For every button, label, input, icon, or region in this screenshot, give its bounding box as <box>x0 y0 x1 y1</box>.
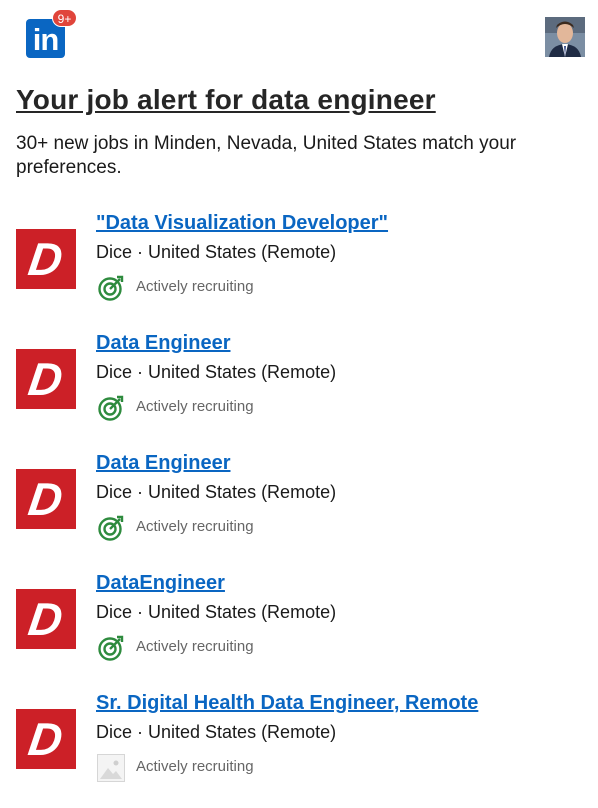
dice-logo[interactable]: D <box>16 709 76 769</box>
notification-badge: 9+ <box>52 9 77 27</box>
dice-logo[interactable]: D <box>16 589 76 649</box>
list-item[interactable]: D DataEngineer Dice · United States (Rem… <box>0 568 598 688</box>
target-icon <box>98 515 124 541</box>
page-title: Your job alert for data engineer <box>16 84 436 115</box>
job-title-link[interactable]: Sr. Digital Health Data Engineer, Remote <box>96 692 478 715</box>
job-title-link[interactable]: Data Engineer <box>96 452 230 475</box>
recruiting-status: Actively recruiting <box>136 518 254 535</box>
job-company-location: Dice · United States (Remote) <box>96 722 337 742</box>
dice-logo-letter: D <box>25 593 67 645</box>
avatar[interactable] <box>545 17 585 57</box>
job-company-location: Dice · United States (Remote) <box>96 362 337 382</box>
list-item[interactable]: D Data Engineer Dice · United States (Re… <box>0 448 598 568</box>
dice-logo-letter: D <box>25 713 67 765</box>
dice-logo-letter: D <box>25 233 67 285</box>
dice-logo-letter: D <box>25 473 67 525</box>
job-title-link[interactable]: Data Engineer <box>96 332 230 355</box>
recruiting-status: Actively recruiting <box>136 638 254 655</box>
list-item[interactable]: D Sr. Digital Health Data Engineer, Remo… <box>0 688 598 808</box>
target-icon <box>98 635 124 661</box>
broken-image-icon <box>97 754 125 782</box>
job-list: D "Data Visualization Developer" Dice · … <box>0 208 598 808</box>
job-company-location: Dice · United States (Remote) <box>96 482 337 502</box>
list-item[interactable]: D Data Engineer Dice · United States (Re… <box>0 328 598 448</box>
target-icon <box>98 395 124 421</box>
recruiting-status: Actively recruiting <box>136 758 254 775</box>
list-item[interactable]: D "Data Visualization Developer" Dice · … <box>0 208 598 328</box>
recruiting-status: Actively recruiting <box>136 278 254 295</box>
alert-subtitle: 30+ new jobs in Minden, Nevada, United S… <box>16 133 517 178</box>
image-placeholder-icon <box>100 760 122 779</box>
dice-logo[interactable]: D <box>16 469 76 529</box>
dice-logo[interactable]: D <box>16 349 76 409</box>
job-title-link[interactable]: "Data Visualization Developer" <box>96 212 388 235</box>
target-icon <box>98 275 124 301</box>
job-title-link[interactable]: DataEngineer <box>96 572 225 595</box>
job-company-location: Dice · United States (Remote) <box>96 242 337 262</box>
email-header: in 9+ <box>0 0 598 70</box>
dice-logo-letter: D <box>25 353 67 405</box>
recruiting-status: Actively recruiting <box>136 398 254 415</box>
job-company-location: Dice · United States (Remote) <box>96 602 337 622</box>
profile-photo-icon <box>545 17 585 57</box>
dice-logo[interactable]: D <box>16 229 76 289</box>
